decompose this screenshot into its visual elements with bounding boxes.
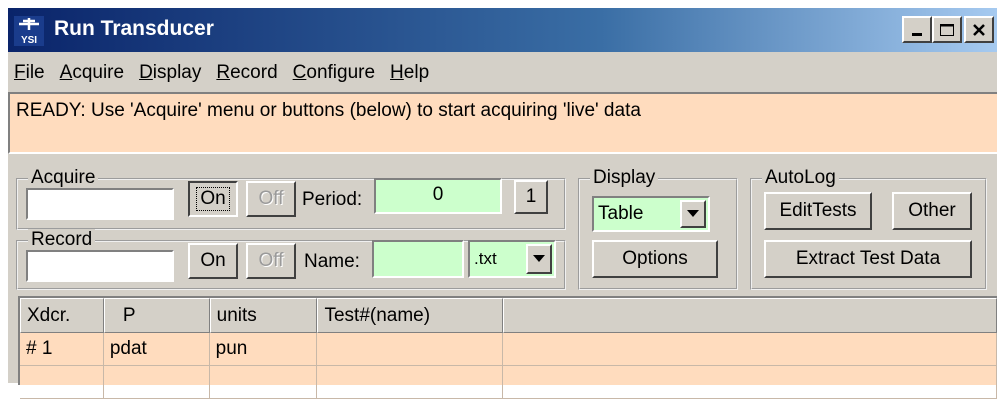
period-step-button[interactable]: 1 [514,180,548,214]
table-row[interactable]: # 1 pdat pun [20,333,997,366]
column-header-units[interactable]: units [209,298,318,333]
menu-configure[interactable]: Configure [287,62,384,84]
extension-dropdown-arrow[interactable] [526,244,552,274]
table-cell [317,333,504,366]
display-mode-dropdown-arrow[interactable] [680,200,706,228]
edit-tests-label: EditTests [779,200,857,221]
menu-acquire[interactable]: Acquire [54,62,133,84]
display-legend: Display [590,167,659,189]
acquire-off-button[interactable]: Off [246,181,296,217]
chevron-down-icon [533,255,545,262]
minimize-button[interactable] [902,16,932,43]
table-header: Xdcr. P units Test#(name) [20,298,997,333]
main-window: YSI Run Transducer File Acquire Display … [6,6,997,399]
menu-record[interactable]: Record [210,62,286,84]
close-icon [973,23,985,36]
edit-tests-button[interactable]: EditTests [764,192,872,230]
menu-display[interactable]: Display [133,62,210,84]
minimize-icon [912,32,922,36]
period-field[interactable]: 0 [374,178,502,214]
record-legend: Record [28,229,96,251]
name-label: Name: [304,251,360,272]
extract-test-data-label: Extract Test Data [795,248,941,269]
table-cell: # 1 [20,333,104,366]
acquire-off-label: Off [258,188,284,209]
record-off-button[interactable]: Off [246,243,296,279]
app-icon-label: YSI [21,35,37,46]
table-cell: pdat [103,333,210,366]
autolog-legend: AutoLog [762,167,839,189]
extension-select[interactable]: .txt [468,240,556,278]
menu-bar: File Acquire Display Record Configure He… [8,56,997,90]
options-label: Options [622,248,688,269]
extract-test-data-button[interactable]: Extract Test Data [764,240,972,278]
chevron-down-icon [687,210,699,217]
transducer-table[interactable]: Xdcr. P units Test#(name) # 1 pdat pun [18,296,997,399]
app-icon: YSI [14,16,44,46]
menu-file[interactable]: File [8,62,54,84]
table-cell [503,333,997,366]
maximize-icon [940,23,954,36]
extension-value: .txt [474,249,497,268]
record-off-label: Off [258,250,284,271]
column-header-p[interactable]: P [103,298,210,333]
period-label: Period: [302,189,363,210]
column-header-xdcr[interactable]: Xdcr. [20,298,104,333]
close-button[interactable] [964,16,994,43]
acquire-legend: Acquire [28,167,99,189]
acquire-on-button[interactable]: On [188,181,238,217]
options-button[interactable]: Options [592,240,718,278]
table-cell: pun [209,333,318,366]
name-field[interactable] [372,240,464,278]
maximize-button[interactable] [932,16,962,43]
other-button[interactable]: Other [892,192,972,230]
other-label: Other [908,200,956,221]
column-header-test[interactable]: Test#(name) [317,298,504,333]
record-input[interactable] [26,250,174,282]
display-mode-select[interactable]: Table [592,196,710,232]
record-on-label: On [200,250,226,271]
menu-help[interactable]: Help [384,62,438,84]
record-on-button[interactable]: On [188,243,238,279]
acquire-on-label: On [196,187,230,211]
column-header-blank[interactable] [503,298,997,333]
display-mode-value: Table [598,203,644,224]
acquire-input[interactable] [26,188,174,220]
window-title: Run Transducer [54,17,214,40]
period-step-label: 1 [525,186,537,207]
status-message: READY: Use 'Acquire' menu or buttons (be… [8,92,997,154]
title-bar[interactable]: YSI Run Transducer [8,8,997,52]
